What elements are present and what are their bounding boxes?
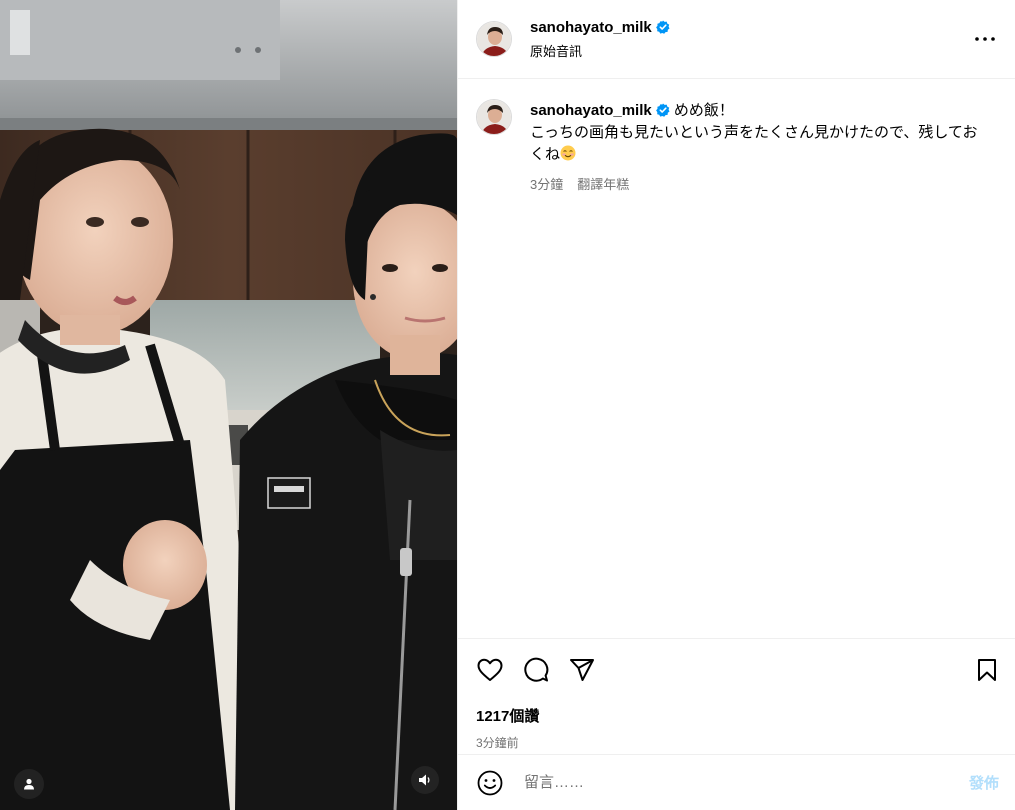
tagged-users-button[interactable] — [14, 769, 44, 799]
avatar[interactable] — [476, 21, 512, 57]
user-tag-icon — [24, 778, 34, 790]
caption-area: sanohayato_milk めめ飯！ こっちの画角も見たいという声をたくさん… — [458, 79, 1015, 638]
comment-composer: 發佈 — [458, 754, 1015, 810]
avatar-image — [477, 22, 511, 56]
share-button[interactable] — [568, 656, 596, 684]
caption-username[interactable]: sanohayato_milk — [530, 102, 652, 119]
actions-section: 1217個讚 3分鐘前 — [458, 638, 1015, 754]
more-horizontal-icon — [975, 37, 995, 41]
emoji-picker-button[interactable] — [476, 769, 504, 797]
post-time[interactable]: 3分鐘前 — [476, 734, 999, 751]
comment-input[interactable] — [522, 773, 969, 792]
speaker-icon — [419, 774, 430, 786]
caption-timestamp[interactable]: 3分鐘 — [530, 174, 563, 193]
post-details-panel: sanohayato_milk 原始音訊 sanohayato_milk めめ飯… — [457, 0, 1015, 810]
video-frame — [0, 0, 457, 810]
share-icon — [570, 659, 594, 681]
smiling-face-icon — [560, 145, 576, 161]
caption: sanohayato_milk めめ飯！ こっちの画角も見たいという声をたくさん… — [476, 99, 999, 193]
more-options-button[interactable] — [971, 25, 999, 53]
name-row: sanohayato_milk — [530, 19, 670, 36]
see-translation-link[interactable]: 翻譯年糕 — [577, 174, 629, 193]
verified-badge-icon — [655, 20, 670, 34]
comment-button[interactable] — [522, 656, 550, 684]
likes-count[interactable]: 1217個讚 — [476, 705, 999, 726]
verified-badge-icon — [655, 103, 670, 117]
bookmark-icon — [978, 659, 996, 681]
caption-body: sanohayato_milk めめ飯！ こっちの画角も見たいという声をたくさん… — [530, 100, 980, 193]
comment-icon — [524, 657, 549, 682]
caption-avatar[interactable] — [476, 99, 512, 135]
header-text: sanohayato_milk 原始音訊 — [530, 19, 670, 60]
like-button[interactable] — [476, 656, 504, 684]
author-username[interactable]: sanohayato_milk — [530, 19, 652, 36]
post-header: sanohayato_milk 原始音訊 — [458, 0, 1015, 79]
save-button[interactable] — [973, 656, 1001, 684]
caption-text: sanohayato_milk めめ飯！ こっちの画角も見たいという声をたくさん… — [530, 100, 980, 166]
heart-icon — [477, 658, 503, 681]
caption-line-2: こっちの画角も見たいという声をたくさん見かけたので、残しておくね — [530, 124, 978, 163]
audio-toggle-button[interactable] — [411, 766, 439, 794]
emoji-icon — [477, 770, 503, 795]
caption-meta: 3分鐘 翻譯年糕 — [530, 174, 980, 193]
action-icons-row — [476, 639, 999, 699]
instagram-post-dialog: sanohayato_milk 原始音訊 sanohayato_milk めめ飯… — [0, 0, 1015, 810]
post-comment-button[interactable]: 發佈 — [969, 772, 999, 793]
caption-line-1: めめ飯！ — [673, 102, 734, 119]
post-media[interactable] — [0, 0, 457, 810]
original-audio-link[interactable]: 原始音訊 — [530, 41, 670, 60]
avatar-image — [477, 100, 511, 134]
